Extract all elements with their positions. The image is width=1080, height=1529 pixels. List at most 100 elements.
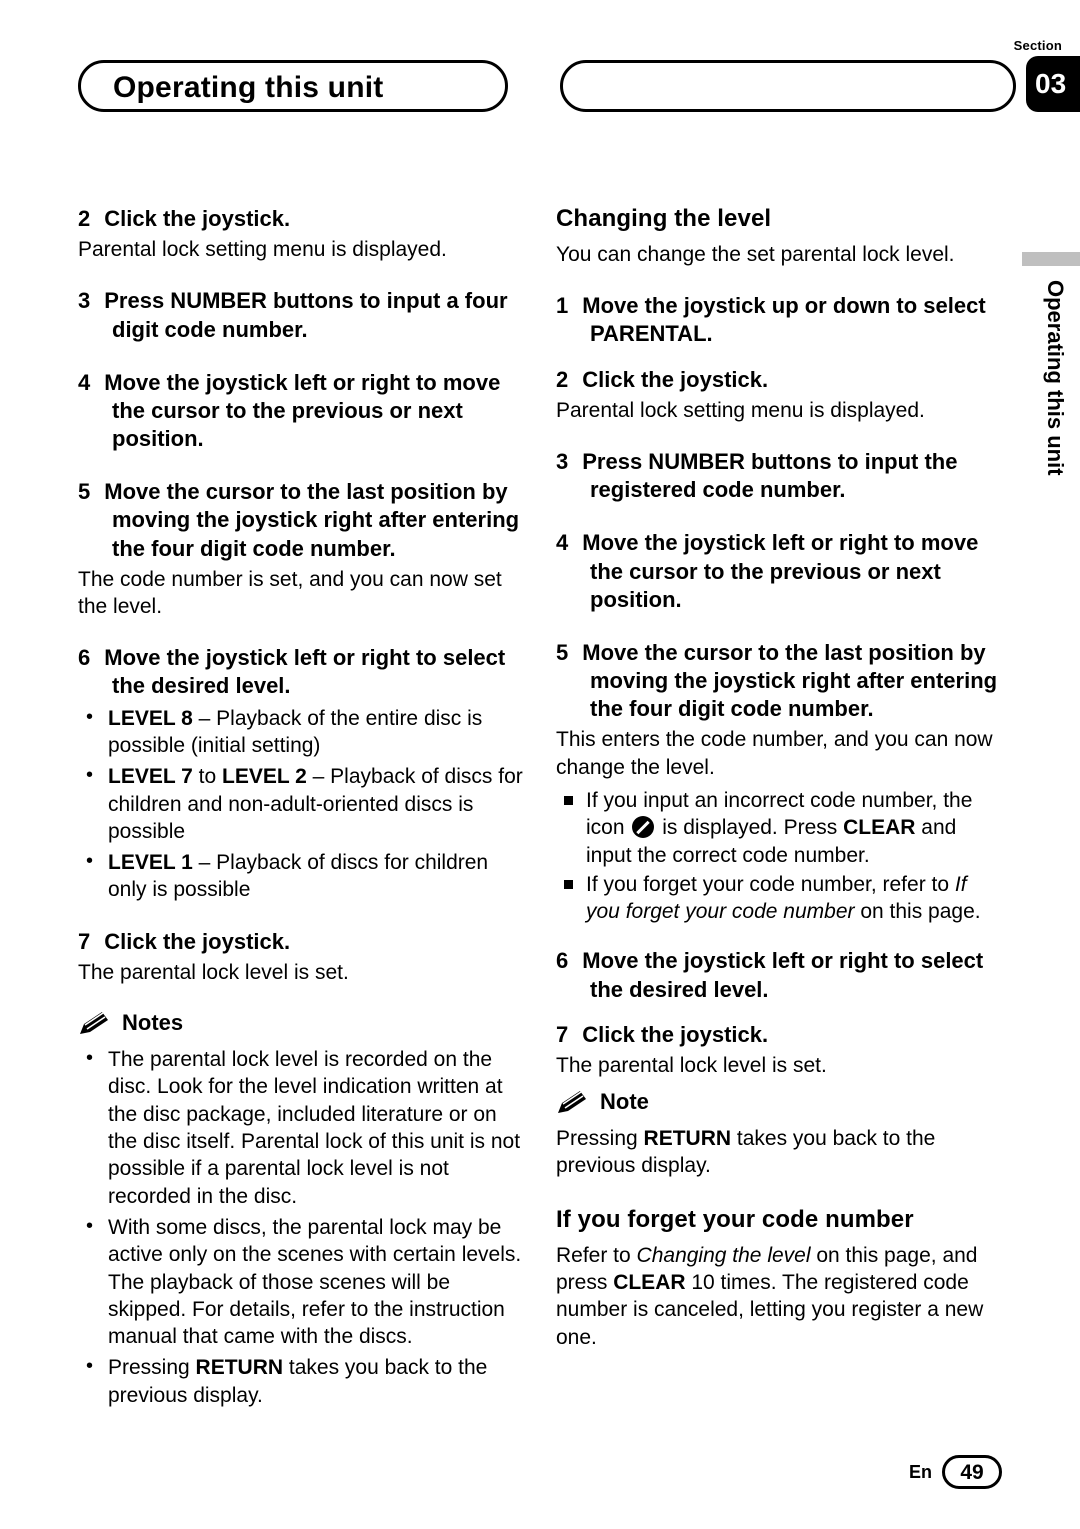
pencil-icon	[556, 1089, 590, 1115]
page-title: Operating this unit	[113, 71, 384, 104]
right-step-5: 5 Move the cursor to the last position by…	[556, 639, 1006, 723]
right-step-6: 6 Move the joystick left or right to sele…	[556, 947, 1006, 1003]
right-step-7-text: Click the joystick.	[582, 1021, 769, 1047]
right-step-2-text: Click the joystick.	[582, 366, 769, 392]
pencil-icon	[78, 1010, 112, 1036]
section-number: 03	[1035, 68, 1067, 99]
right-step-2-number: 2	[556, 366, 569, 392]
sq-note-2-pre: If you forget your code number, refer to	[586, 872, 955, 896]
right-step-3-text: Press NUMBER buttons to input the regist…	[582, 449, 958, 503]
side-tab-text: Operating this unit	[1043, 280, 1068, 476]
right-step-1: 1 Move the joystick up or down to select …	[556, 292, 1006, 348]
left-step-5-text: Move the cursor to the last position by …	[104, 479, 520, 561]
left-step-6-number: 6	[78, 645, 91, 671]
right-step-7-number: 7	[556, 1021, 569, 1047]
side-tab-bar	[1022, 252, 1080, 266]
list-item: If you input an incorrect code number, t…	[556, 787, 1006, 869]
left-step-5-body: The code number is set, and you can now …	[78, 567, 502, 618]
level-1-label: LEVEL 1	[108, 851, 193, 875]
right-step-2-body: Parental lock setting menu is displayed.	[556, 398, 925, 422]
page-header: Operating this unit Section 03	[0, 38, 1080, 120]
level-2-label: LEVEL 2	[222, 765, 307, 789]
forget-pre: Refer to	[556, 1243, 637, 1267]
left-step-3: 3 Press NUMBER buttons to input a four di…	[78, 287, 528, 343]
left-column: 2 Click the joystick. Parental lock setti…	[78, 205, 528, 1433]
right-step-7: 7 Click the joystick.	[556, 1021, 1006, 1049]
sq-note-1-clear: CLEAR	[843, 816, 916, 840]
page-title-pill: Operating this unit	[78, 60, 508, 112]
right-step-3: 3 Press NUMBER buttons to input the regis…	[556, 448, 1006, 504]
forget-italic: Changing the level	[636, 1243, 811, 1267]
heading-changing-the-level: Changing the level	[556, 205, 772, 232]
left-step-4-number: 4	[78, 369, 91, 395]
list-item: LEVEL 1 – Playback of discs for children…	[78, 848, 528, 904]
side-tab: Operating this unit	[1022, 252, 1080, 542]
list-item: If you forget your code number, refer to…	[556, 871, 1006, 926]
left-step-7-number: 7	[78, 928, 91, 954]
left-step-4: 4 Move the joystick left or right to move…	[78, 369, 528, 453]
side-tab-text-wrap: Operating this unit	[1034, 274, 1074, 534]
left-step-5-number: 5	[78, 479, 91, 505]
left-step-7-body: The parental lock level is set.	[78, 960, 349, 984]
list-item: LEVEL 7 to LEVEL 2 – Playback of discs f…	[78, 762, 528, 845]
note-2-text: With some discs, the parental lock may b…	[108, 1215, 522, 1349]
section-label: Section	[1013, 38, 1062, 53]
level-list: LEVEL 8 – Playback of the entire disc is…	[78, 704, 528, 904]
list-item: With some discs, the parental lock may b…	[78, 1213, 528, 1350]
right-step-4-number: 4	[556, 530, 569, 556]
list-item: Pressing RETURN takes you back to the pr…	[78, 1353, 528, 1409]
right-step-4: 4 Move the joystick left or right to move…	[556, 529, 1006, 613]
left-step-6: 6 Move the joystick left or right to sele…	[78, 644, 528, 700]
left-step-7-text: Click the joystick.	[104, 928, 291, 954]
right-step-5-number: 5	[556, 639, 569, 665]
level-7-to: to	[192, 765, 222, 789]
section-number-badge: 03	[1026, 56, 1080, 112]
footer-language: En	[908, 1461, 932, 1482]
square-note-list: If you input an incorrect code number, t…	[556, 787, 1006, 925]
right-step-5-text: Move the cursor to the last position by …	[582, 639, 998, 722]
right-step-2: 2 Click the joystick.	[556, 366, 1006, 394]
right-step-5-body: This enters the code number, and you can…	[556, 728, 993, 779]
note-3-return: RETURN	[195, 1356, 284, 1380]
note-3-pre: Pressing	[108, 1356, 196, 1380]
right-step-3-number: 3	[556, 449, 569, 475]
right-step-6-text: Move the joystick left or right to selec…	[582, 948, 984, 1002]
page-footer: En 49	[909, 1455, 1002, 1489]
left-step-2-text: Click the joystick.	[104, 206, 291, 231]
right-note-text: Pressing RETURN takes you back to the pr…	[556, 1125, 1006, 1180]
right-note-return: RETURN	[643, 1127, 732, 1151]
left-step-2-number: 2	[78, 206, 91, 231]
note-label: Note	[600, 1089, 649, 1115]
note-1-text: The parental lock level is recorded on t…	[108, 1048, 521, 1208]
sq-note-1-mid: is displayed. Press	[656, 816, 844, 840]
level-7-label: LEVEL 7	[108, 765, 193, 789]
right-note-pre: Pressing	[556, 1127, 644, 1151]
right-step-6-number: 6	[556, 948, 569, 974]
notes-label: Notes	[122, 1010, 184, 1036]
left-step-3-number: 3	[78, 288, 91, 314]
note-heading: Note	[556, 1089, 1006, 1115]
notes-list: The parental lock level is recorded on t…	[78, 1045, 528, 1409]
list-item: LEVEL 8 – Playback of the entire disc is…	[78, 704, 528, 760]
left-step-2-body: Parental lock setting menu is displayed.	[78, 238, 447, 262]
right-step-7-body: The parental lock level is set.	[556, 1053, 827, 1077]
left-step-3-text: Press NUMBER buttons to input a four dig…	[104, 288, 508, 342]
forget-clear: CLEAR	[613, 1271, 686, 1295]
header-blank-pill	[560, 60, 1016, 112]
level-8-label: LEVEL 8	[108, 706, 193, 730]
sq-note-2-post: on this page.	[854, 900, 981, 924]
heading-if-you-forget-code: If you forget your code number	[556, 1205, 914, 1233]
changing-level-intro: You can change the set parental lock lev…	[556, 243, 955, 266]
right-step-4-text: Move the joystick left or right to move …	[582, 530, 979, 612]
notes-heading: Notes	[78, 1010, 528, 1036]
page-number: 49	[942, 1455, 1002, 1489]
list-item: The parental lock level is recorded on t…	[78, 1045, 528, 1210]
left-step-5: 5 Move the cursor to the last position by…	[78, 478, 528, 562]
left-step-6-text: Move the joystick left or right to selec…	[104, 645, 506, 699]
right-step-1-text: Move the joystick up or down to select P…	[582, 293, 986, 347]
